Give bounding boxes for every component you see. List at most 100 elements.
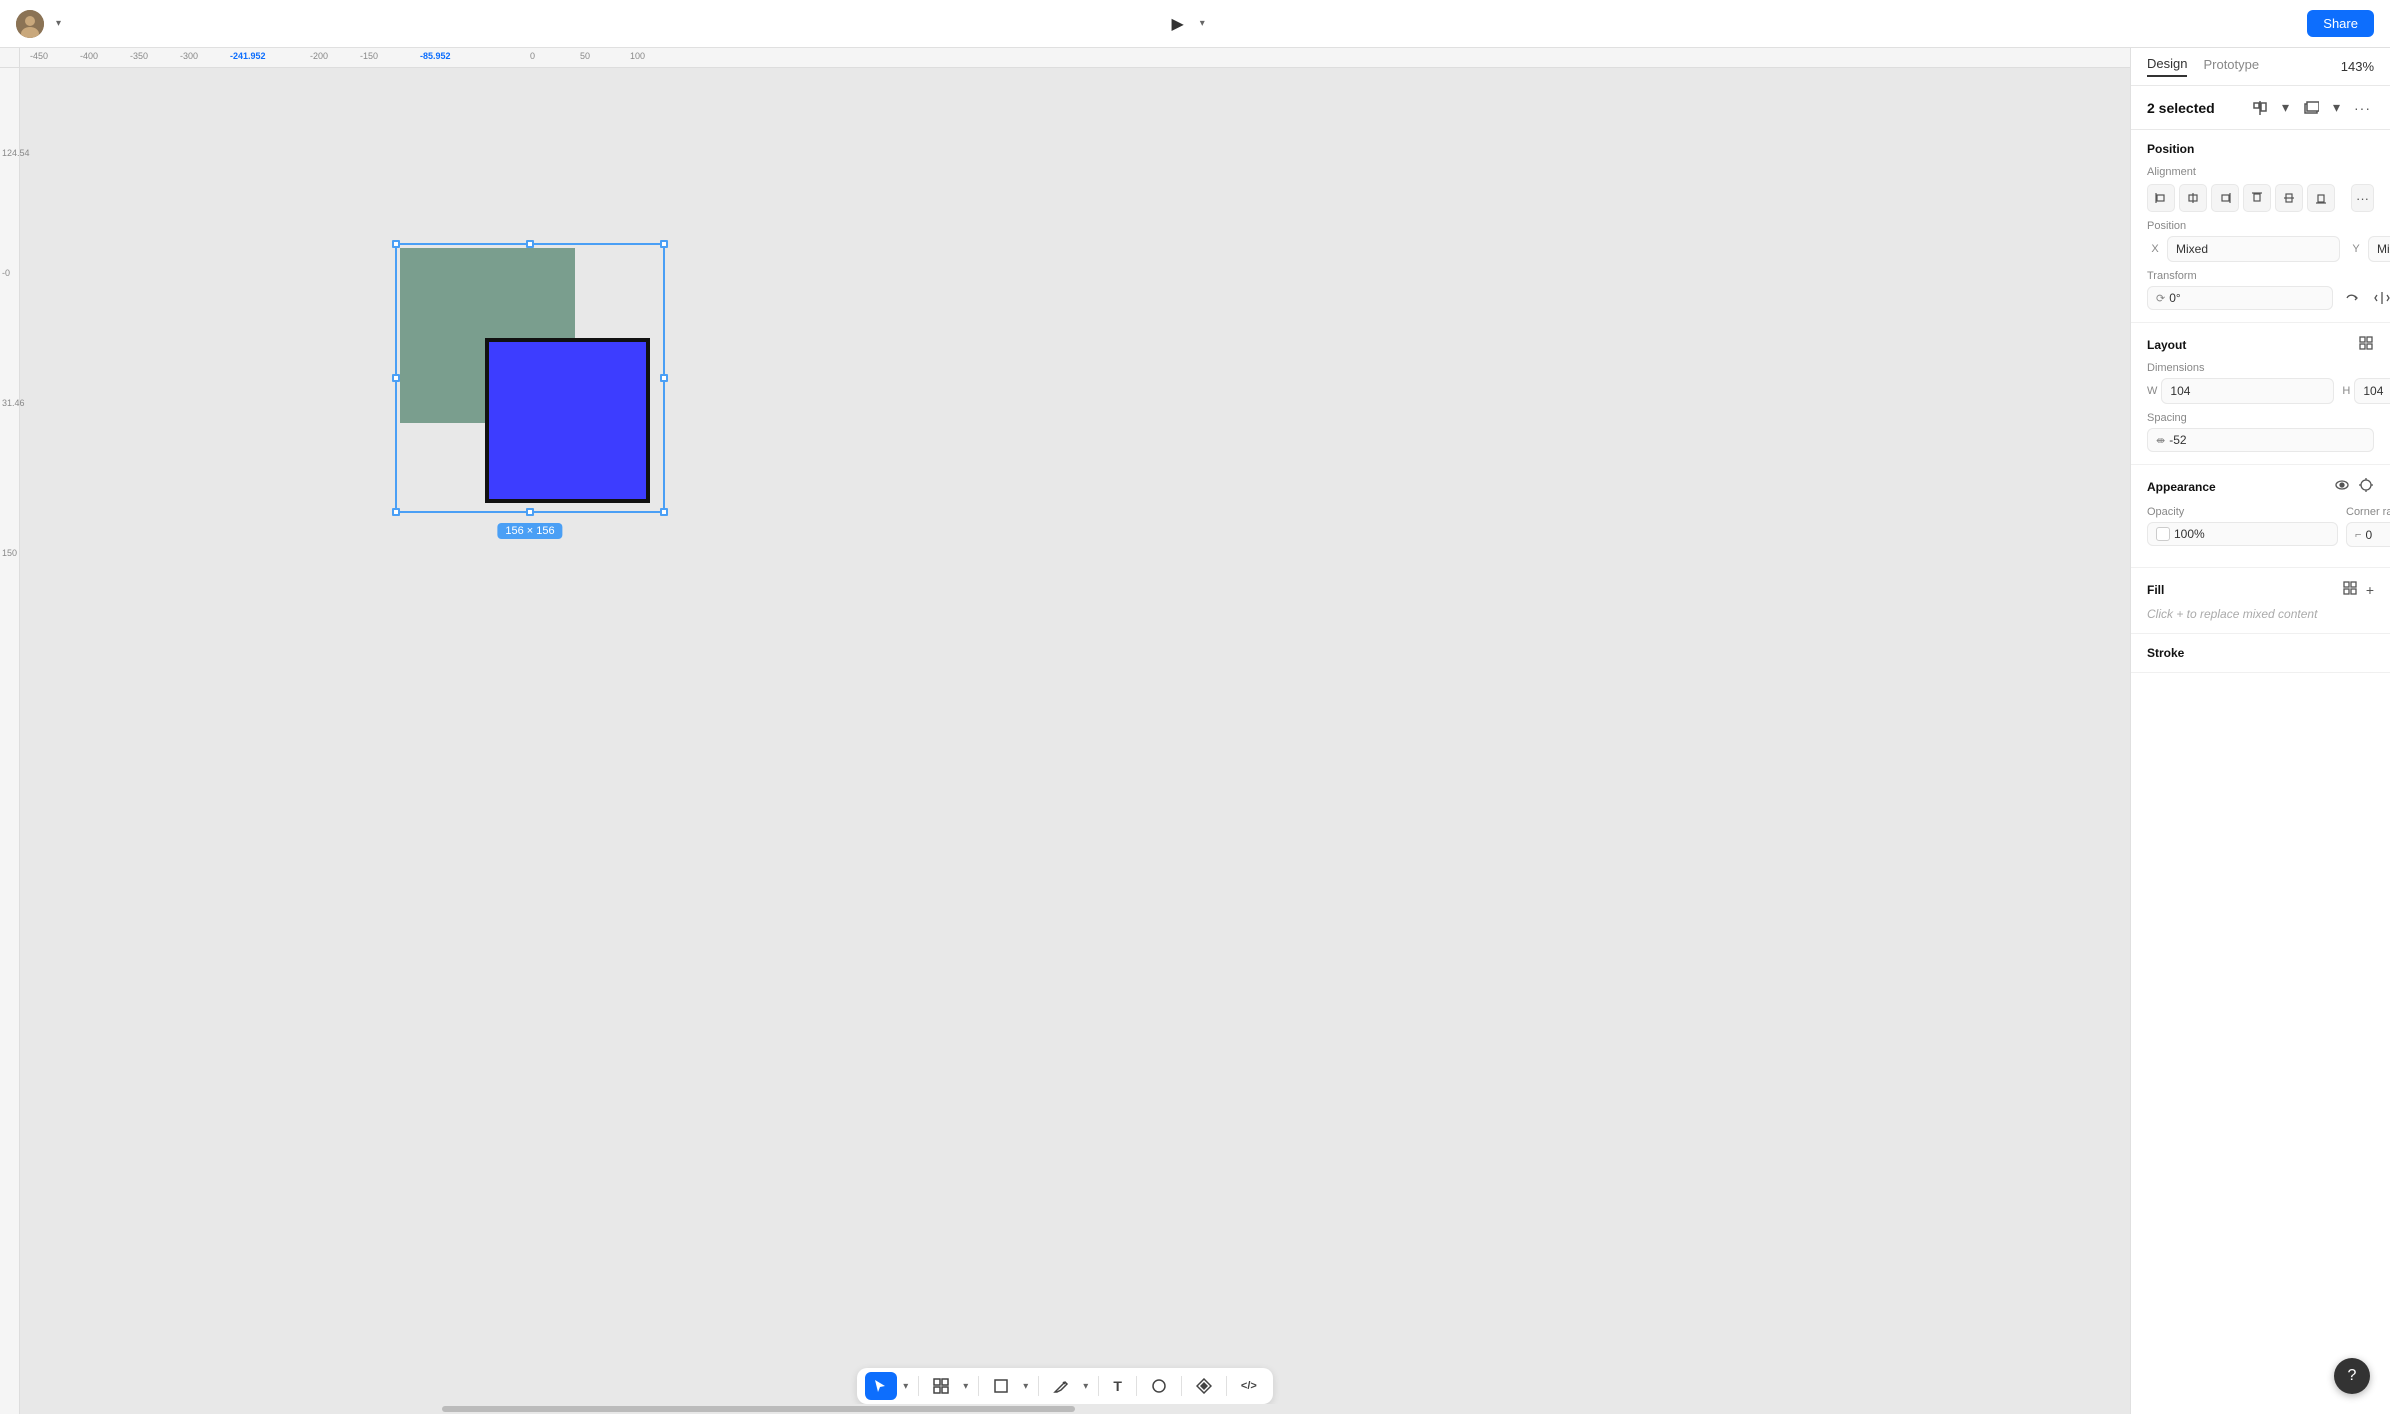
spacing-input[interactable] — [2169, 433, 2365, 447]
stroke-section: Stroke — [2131, 634, 2390, 673]
fill-header: Fill + — [2147, 580, 2374, 599]
height-input[interactable] — [2354, 378, 2390, 404]
opacity-checkbox[interactable] — [2156, 527, 2170, 541]
avatar[interactable] — [16, 10, 44, 38]
handle-tl[interactable] — [392, 240, 400, 248]
zoom-indicator[interactable]: 143% — [2341, 59, 2374, 74]
ruler-left: 124.54 -0 31.46 150 — [0, 68, 20, 1414]
selected-label: 2 selected — [2147, 100, 2241, 116]
y-label: Y — [2348, 243, 2364, 255]
y-input[interactable] — [2368, 236, 2390, 262]
handle-bm[interactable] — [526, 508, 534, 516]
frame-chevron[interactable]: ▾ — [959, 1379, 972, 1394]
top-bar-left: ▾ — [16, 10, 65, 38]
more-options-button[interactable]: ··· — [2351, 97, 2374, 119]
rect-tool[interactable] — [985, 1372, 1017, 1400]
code-tool[interactable]: </> — [1233, 1374, 1265, 1398]
align-middle-v[interactable] — [2275, 184, 2303, 212]
handle-tm[interactable] — [526, 240, 534, 248]
play-button[interactable]: ▶ — [1163, 10, 1191, 38]
position-title: Position — [2147, 142, 2374, 156]
fill-add-button[interactable]: + — [2366, 580, 2374, 599]
corner-wrap: Corner radius ⌐ — [2346, 506, 2390, 547]
ruler-label-2: -400 — [80, 51, 98, 61]
ruler-label-6: -200 — [310, 51, 328, 61]
divider-7 — [1226, 1376, 1227, 1396]
opacity-label: Opacity — [2147, 506, 2338, 518]
ruler-label-7: -150 — [360, 51, 378, 61]
opacity-wrap: Opacity — [2147, 506, 2338, 547]
appearance-more-button[interactable] — [2358, 477, 2374, 496]
fill-section: Fill + Click + to replace mixed content — [2131, 568, 2390, 634]
appearance-title: Appearance — [2147, 480, 2334, 494]
tab-prototype[interactable]: Prototype — [2203, 57, 2259, 76]
flip-h-button[interactable] — [2371, 287, 2390, 309]
horizontal-scrollbar[interactable] — [20, 1404, 2130, 1414]
handle-tr[interactable] — [660, 240, 668, 248]
flip-reset-button[interactable] — [2341, 287, 2363, 309]
select-tool[interactable] — [865, 1372, 897, 1400]
select-chevron[interactable]: ▾ — [899, 1379, 912, 1394]
pen-chevron[interactable]: ▾ — [1079, 1379, 1092, 1394]
width-wrap: W — [2147, 378, 2334, 404]
ellipse-tool[interactable] — [1143, 1372, 1175, 1400]
ruler-label-9: 0 — [530, 51, 535, 61]
fill-style-button[interactable] — [2342, 580, 2358, 599]
ruler-label-3: -350 — [130, 51, 148, 61]
align-icon-button[interactable] — [2249, 97, 2271, 119]
align-left[interactable] — [2147, 184, 2175, 212]
align-bottom[interactable] — [2307, 184, 2335, 212]
layer-icon-button[interactable] — [2300, 97, 2322, 119]
x-label: X — [2147, 243, 2163, 255]
handle-ml[interactable] — [392, 374, 400, 382]
canvas-area[interactable]: -450 -400 -350 -300 -241.952 -200 -150 -… — [0, 48, 2130, 1414]
layout-header-row: Layout — [2147, 335, 2374, 354]
ruler-v-label-4: 150 — [2, 548, 17, 558]
scrollbar-thumb[interactable] — [442, 1406, 1075, 1412]
pen-tool[interactable] — [1045, 1372, 1077, 1400]
width-input[interactable] — [2161, 378, 2334, 404]
handle-br[interactable] — [660, 508, 668, 516]
align-more[interactable]: ··· — [2351, 184, 2374, 212]
align-chevron[interactable]: ▾ — [2279, 96, 2292, 119]
corner-input[interactable] — [2365, 528, 2390, 542]
fill-title: Fill — [2147, 583, 2342, 597]
handle-bl[interactable] — [392, 508, 400, 516]
rect-chevron[interactable]: ▾ — [1019, 1379, 1032, 1394]
top-bar-center: ▶ ▾ — [1163, 10, 1208, 38]
layer-chevron[interactable]: ▾ — [2330, 96, 2343, 119]
align-right[interactable] — [2211, 184, 2239, 212]
y-field-wrap: Y — [2348, 236, 2390, 262]
frame-tool[interactable] — [925, 1372, 957, 1400]
panel-header-row: 2 selected ▾ ▾ ··· — [2131, 86, 2390, 130]
layout-section: Layout Dimensions W H — [2131, 323, 2390, 465]
w-label: W — [2147, 385, 2157, 397]
fill-placeholder: Click + to replace mixed content — [2147, 607, 2374, 621]
fill-buttons: + — [2342, 580, 2374, 599]
handle-mr[interactable] — [660, 374, 668, 382]
x-input[interactable] — [2167, 236, 2340, 262]
shape-blue[interactable] — [485, 338, 650, 503]
canvas-content[interactable]: 156 × 156 — [20, 68, 2130, 1374]
opacity-input[interactable] — [2174, 527, 2329, 541]
spacing-input-wrap: ⇼ — [2147, 428, 2374, 452]
component-tool[interactable] — [1188, 1372, 1220, 1400]
rotation-input[interactable] — [2169, 291, 2324, 305]
visibility-button[interactable] — [2334, 477, 2350, 496]
top-bar-right: Share — [2307, 10, 2374, 37]
align-top[interactable] — [2243, 184, 2271, 212]
tab-design[interactable]: Design — [2147, 56, 2187, 77]
h-label: H — [2342, 385, 2350, 397]
corner-icon: ⌐ — [2355, 529, 2361, 541]
layout-icon-button[interactable] — [2358, 335, 2374, 354]
divider-3 — [1038, 1376, 1039, 1396]
ruler-v-label-2: -0 — [2, 268, 10, 278]
avatar-chevron[interactable]: ▾ — [52, 16, 65, 31]
play-chevron[interactable]: ▾ — [1196, 16, 1209, 31]
stroke-title: Stroke — [2147, 646, 2184, 660]
toolbar-group: ▾ ▾ ▾ — [857, 1368, 1273, 1404]
align-center-h[interactable] — [2179, 184, 2207, 212]
text-tool[interactable]: T — [1105, 1372, 1130, 1400]
share-button[interactable]: Share — [2307, 10, 2374, 37]
help-button[interactable]: ? — [2334, 1358, 2370, 1394]
